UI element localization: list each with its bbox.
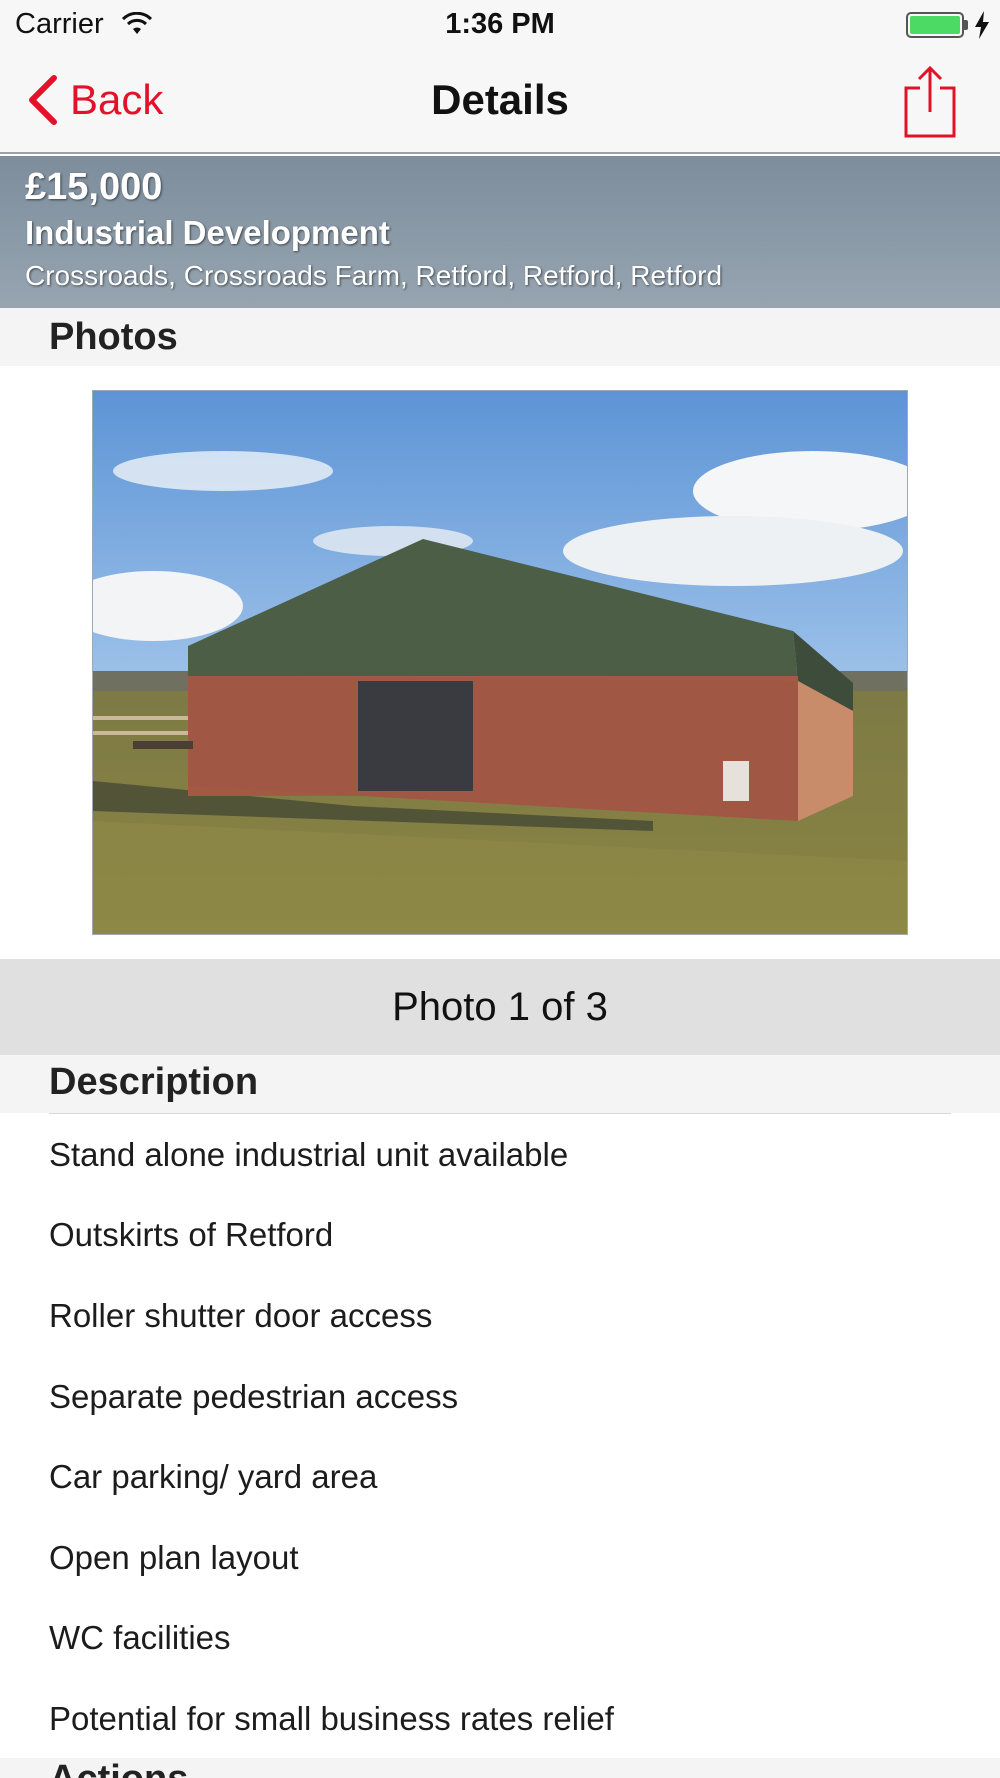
listing-address: Crossroads, Crossroads Farm, Retford, Re…	[25, 260, 723, 291]
description-section-header: Description	[0, 1055, 1000, 1113]
navigation-bar: Back Details	[0, 50, 1000, 154]
photos-section-header: Photos	[0, 308, 1000, 366]
photo-caption: Photo 1 of 3	[0, 959, 1000, 1055]
bolt-icon	[975, 11, 989, 39]
description-section-title: Description	[49, 1061, 259, 1103]
description-item: Stand alone industrial unit available	[49, 1136, 569, 1173]
listing-type: Industrial Development	[25, 214, 390, 251]
status-bar: Carrier 1:36 PM	[0, 0, 1000, 50]
actions-section-header: Actions	[0, 1758, 1000, 1778]
listing-price: £15,000	[25, 166, 163, 208]
status-time: 1:36 PM	[445, 8, 555, 40]
actions-section-title: Actions	[49, 1758, 188, 1778]
description-divider	[49, 1113, 951, 1114]
description-item: Open plan layout	[49, 1539, 299, 1576]
property-photo-image	[93, 391, 907, 934]
battery-icon	[906, 12, 964, 38]
description-item: WC facilities	[49, 1619, 231, 1656]
listing-header: £15,000 Industrial Development Crossroad…	[0, 156, 1000, 308]
photos-section-title: Photos	[49, 316, 178, 358]
description-item: Potential for small business rates relie…	[49, 1700, 614, 1737]
page-title: Details	[431, 76, 569, 123]
property-photo[interactable]	[92, 390, 908, 935]
battery-tip	[964, 20, 968, 30]
description-item: Roller shutter door access	[49, 1297, 433, 1334]
description-item: Outskirts of Retford	[49, 1216, 334, 1253]
share-icon[interactable]	[900, 64, 960, 140]
description-item: Car parking/ yard area	[49, 1458, 378, 1495]
description-item: Separate pedestrian access	[49, 1378, 459, 1415]
